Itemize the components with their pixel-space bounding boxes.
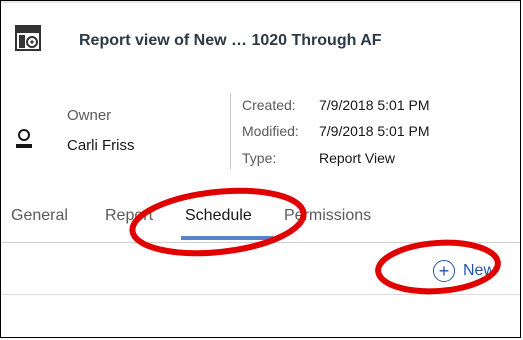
- modified-value: 7/9/2018 5:01 PM: [319, 123, 430, 139]
- owner-name: Carli Friss: [67, 137, 135, 154]
- meta-divider: [230, 93, 231, 169]
- owner-label: Owner: [67, 107, 112, 124]
- created-value: 7/9/2018 5:01 PM: [319, 97, 430, 113]
- top-border: [1, 1, 520, 3]
- report-view-icon: [15, 25, 41, 51]
- tab-schedule[interactable]: Schedule: [185, 207, 252, 225]
- tab-selected-indicator: [181, 236, 273, 240]
- page-title: Report view of New … 1020 Through AF: [79, 32, 382, 49]
- tab-permissions[interactable]: Permissions: [284, 207, 371, 225]
- content-divider: [1, 294, 520, 295]
- tab-bar: General Report Schedule Permissions: [1, 207, 520, 243]
- tab-report[interactable]: Report: [105, 207, 153, 225]
- add-circle-icon: +: [433, 260, 455, 282]
- new-schedule-button[interactable]: + New: [433, 256, 495, 286]
- properties-panel: Report view of New … 1020 Through AF Own…: [0, 0, 521, 338]
- new-label: New: [463, 262, 496, 279]
- tab-general[interactable]: General: [11, 207, 68, 225]
- type-value: Report View: [319, 150, 396, 166]
- type-label: Type:: [242, 150, 277, 166]
- tabs-divider: [1, 242, 520, 243]
- modified-label: Modified:: [242, 123, 299, 139]
- user-icon: [16, 129, 32, 148]
- created-label: Created:: [242, 97, 296, 113]
